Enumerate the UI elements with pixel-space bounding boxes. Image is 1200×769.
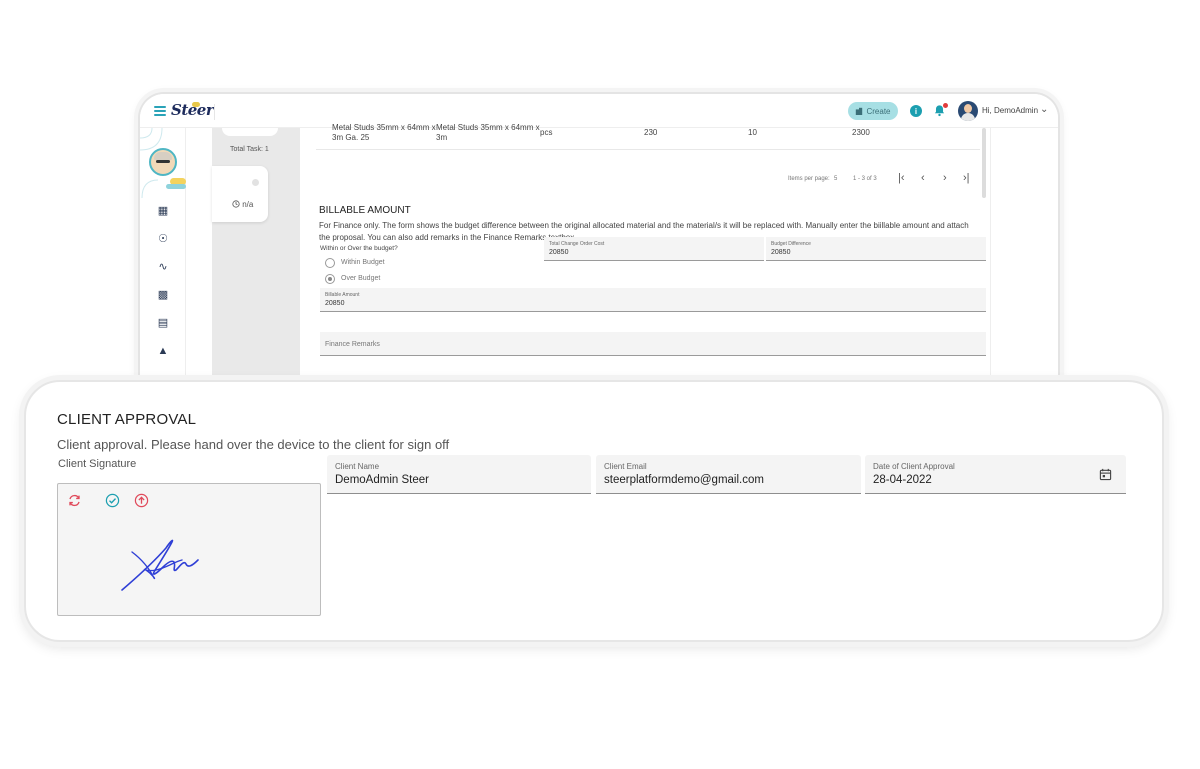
total-change-order-field[interactable]: Total Change Order Cost 20850	[544, 237, 764, 261]
tablet-screen: Steer Create i Hi, DemoAdmin ⌄ ▦ ☉ ∿ ▩ ▤…	[138, 92, 1060, 402]
replacement-material: Metal Studs 35mm x 64mm x 3m	[436, 123, 540, 142]
top-bar: Steer Create i Hi, DemoAdmin ⌄	[140, 94, 1058, 128]
main-content: Metal Studs 35mm x 64mm x 3m Ga. 25 Meta…	[316, 123, 986, 402]
first-page-icon[interactable]: |‹	[898, 172, 905, 184]
total-change-value: 20850	[549, 249, 569, 256]
total-change-label: Total Change Order Cost	[549, 241, 605, 247]
prev-page-icon[interactable]: ‹	[921, 172, 925, 184]
task-status-text: n/a	[242, 200, 254, 209]
items-per-page-select[interactable]: 5	[834, 176, 837, 182]
signature-pad[interactable]	[57, 483, 321, 616]
task-card[interactable]: n/a	[212, 166, 268, 222]
over-budget-label: Over Budget	[341, 275, 381, 282]
page-range: 1 - 3 of 3	[853, 176, 877, 182]
within-budget-label: Within Budget	[341, 259, 385, 266]
budget-question: Within or Over the budget?	[320, 245, 398, 252]
topbar-divider	[214, 104, 215, 120]
alert-icon[interactable]: ▲	[156, 344, 170, 358]
billable-amount-field[interactable]: Billable Amount 20850	[320, 288, 986, 312]
rail-accent-2	[166, 184, 186, 189]
confirm-icon[interactable]	[105, 493, 120, 508]
finance-remarks-placeholder: Finance Remarks	[325, 341, 380, 348]
billable-amount-label: Billable Amount	[325, 292, 360, 298]
signature-label: Client Signature	[58, 458, 137, 470]
budget-diff-label: Budget Difference	[771, 241, 811, 247]
client-email-field[interactable]: Client Email steerplatformdemo@gmail.com	[596, 455, 861, 494]
stage: Steer Create i Hi, DemoAdmin ⌄ ▦ ☉ ∿ ▩ ▤…	[0, 0, 1200, 769]
billable-title: BILLABLE AMOUNT	[319, 205, 411, 216]
approval-date-field[interactable]: Date of Client Approval 28-04-2022	[865, 455, 1126, 494]
right-pane	[990, 128, 1058, 402]
signature-drawing	[121, 539, 199, 591]
task-status-dot	[252, 179, 259, 186]
client-approval-title: CLIENT APPROVAL	[57, 411, 197, 428]
budget-diff-value: 20850	[771, 249, 791, 256]
reset-icon[interactable]	[67, 493, 82, 508]
profile-avatar[interactable]	[149, 148, 177, 176]
quantity-cell: 230	[644, 128, 658, 137]
left-rail: ▦ ☉ ∿ ▩ ▤ ▲	[140, 128, 186, 402]
hierarchy-icon[interactable]: ▩	[156, 288, 170, 302]
unit-cell: pcs	[540, 128, 553, 137]
clock-icon	[232, 200, 240, 208]
client-name-field[interactable]: Client Name DemoAdmin Steer	[327, 455, 591, 494]
task-status: n/a	[232, 200, 253, 209]
phone-screen: CLIENT APPROVAL Client approval. Please …	[24, 380, 1164, 642]
create-button[interactable]: Create	[848, 102, 898, 120]
building-icon	[856, 107, 863, 115]
create-label: Create	[866, 106, 891, 116]
user-avatar[interactable]	[958, 101, 978, 121]
last-page-icon[interactable]: ›|	[963, 172, 970, 184]
items-per-page-label: Items per page:	[788, 176, 830, 182]
budget-difference-field[interactable]: Budget Difference 20850	[766, 237, 986, 261]
user-greeting[interactable]: Hi, DemoAdmin	[982, 106, 1038, 115]
upload-icon[interactable]	[134, 493, 149, 508]
chart-icon[interactable]: ∿	[156, 260, 170, 274]
globe-icon[interactable]: ☉	[156, 232, 170, 246]
within-budget-radio[interactable]	[325, 258, 335, 268]
over-budget-radio[interactable]	[325, 274, 335, 284]
notification-badge	[943, 103, 948, 108]
client-email-value: steerplatformdemo@gmail.com	[604, 474, 764, 486]
client-email-label: Client Email	[604, 462, 647, 471]
grid-icon[interactable]: ▦	[156, 204, 170, 218]
task-column: Total Task: 1 n/a	[212, 128, 300, 402]
table-row: Metal Studs 35mm x 64mm x 3m Ga. 25 Meta…	[316, 123, 980, 150]
total-task-count: Total Task: 1	[230, 146, 269, 153]
count-cell: 10	[748, 128, 757, 137]
apps-icon[interactable]: ▤	[156, 316, 170, 330]
next-page-icon[interactable]: ›	[943, 172, 947, 184]
approval-date-label: Date of Client Approval	[873, 462, 955, 471]
calendar-icon[interactable]	[1099, 468, 1112, 481]
task-card-top	[222, 128, 278, 136]
finance-remarks-field[interactable]: Finance Remarks	[320, 332, 986, 356]
client-approval-description: Client approval. Please hand over the de…	[57, 437, 450, 452]
client-name-value: DemoAdmin Steer	[335, 474, 429, 486]
chevron-down-icon[interactable]: ⌄	[1040, 104, 1048, 115]
content-scrollbar[interactable]	[982, 128, 986, 198]
original-material: Metal Studs 35mm x 64mm x 3m Ga. 25	[332, 123, 436, 142]
menu-icon[interactable]	[154, 106, 166, 116]
total-cell: 2300	[852, 128, 870, 137]
info-icon[interactable]: i	[910, 105, 922, 117]
app-logo[interactable]: Steer	[171, 101, 214, 119]
client-name-label: Client Name	[335, 462, 380, 471]
approval-date-value: 28-04-2022	[873, 474, 932, 486]
billable-amount-value: 20850	[325, 300, 345, 307]
